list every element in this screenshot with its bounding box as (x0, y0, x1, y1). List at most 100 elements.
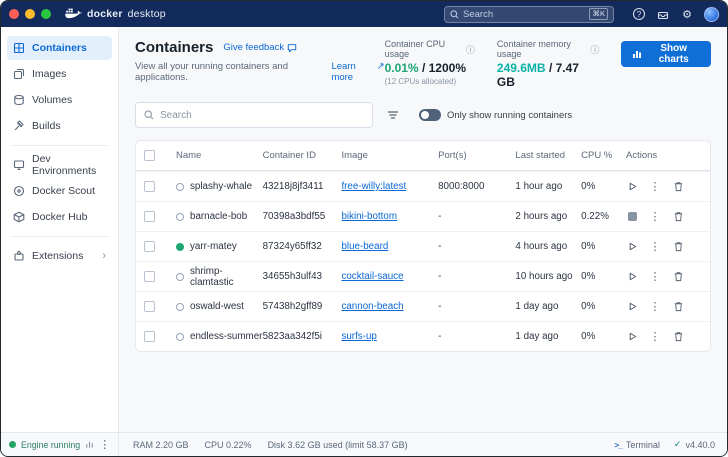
filter-button[interactable] (383, 105, 403, 125)
learn-more-link[interactable]: Learn more↗ (331, 61, 384, 83)
row-checkbox[interactable] (144, 331, 155, 342)
image-link[interactable]: cannon-beach (341, 301, 438, 312)
row-checkbox[interactable] (144, 301, 155, 312)
running-only-toggle[interactable] (419, 109, 441, 121)
zoom-window-button[interactable] (41, 9, 51, 19)
info-icon[interactable]: ⓘ (466, 43, 475, 56)
table-row[interactable]: shrimp-clamtastic 34655h3ulf43 cocktail-… (136, 261, 710, 291)
sidebar-item-label: Images (32, 68, 66, 80)
container-id: 34655h3ulf43 (263, 271, 342, 282)
row-menu-button[interactable]: ⋮ (649, 211, 661, 223)
ram-usage: RAM 2.20 GB (133, 440, 189, 450)
row-menu-button[interactable]: ⋮ (649, 241, 661, 253)
extensions-icon (13, 250, 25, 262)
containers-search-input[interactable] (160, 110, 364, 121)
table-row[interactable]: oswald-west 57438h2gff89 cannon-beach - … (136, 291, 710, 321)
start-button[interactable] (626, 241, 638, 253)
row-menu-button[interactable]: ⋮ (649, 301, 661, 313)
column-header-name[interactable]: Name (176, 150, 263, 161)
cpu-usage: CPU 0.22% (205, 440, 252, 450)
containers-icon (13, 42, 25, 54)
row-checkbox[interactable] (144, 181, 155, 192)
sidebar-item-containers[interactable]: Containers (7, 36, 112, 60)
engine-menu-icon[interactable]: ⋮ (99, 439, 110, 451)
container-name: yarr-matey (190, 241, 237, 252)
memory-usage-value: 249.6MB (497, 61, 546, 75)
table-row[interactable]: splashy-whale 43218j8jf3411 free-willy:l… (136, 171, 710, 201)
stop-button[interactable] (626, 211, 638, 223)
column-header-cpu[interactable]: CPU % (581, 150, 626, 161)
delete-button[interactable] (672, 181, 684, 193)
table-row[interactable]: barnacle-bob 70398a3bdf55 bikini-bottom … (136, 201, 710, 231)
sidebar-divider (11, 145, 108, 146)
show-charts-button[interactable]: Show charts (621, 41, 711, 67)
start-button[interactable] (626, 301, 638, 313)
terminal-icon: >_ (614, 440, 622, 450)
row-menu-button[interactable]: ⋮ (649, 181, 661, 193)
table-row[interactable]: endless-summer 5823aa342f5i surfs-up - 1… (136, 321, 710, 351)
running-only-toggle-label: Only show running containers (447, 110, 572, 121)
select-all-checkbox[interactable] (144, 150, 155, 161)
row-checkbox[interactable] (144, 241, 155, 252)
table-row[interactable]: yarr-matey 87324y65ff32 blue-beard - 4 h… (136, 231, 710, 261)
start-button[interactable] (626, 331, 638, 343)
delete-button[interactable] (672, 271, 684, 283)
status-dot-stopped (176, 273, 184, 281)
image-link[interactable]: blue-beard (341, 241, 438, 252)
delete-button[interactable] (672, 301, 684, 313)
image-link[interactable]: bikini-bottom (341, 211, 438, 222)
row-checkbox[interactable] (144, 211, 155, 222)
resource-usage-icon[interactable] (85, 440, 94, 449)
engine-status: Engine running ⋮ (1, 433, 119, 456)
delete-button[interactable] (672, 241, 684, 253)
container-last-started: 1 day ago (515, 301, 581, 312)
image-link[interactable]: cocktail-sauce (341, 271, 438, 282)
start-button[interactable] (626, 181, 638, 193)
notifications-button[interactable] (656, 7, 670, 21)
version-info[interactable]: ✓ v4.40.0 (674, 439, 715, 450)
column-header-image[interactable]: Image (341, 150, 438, 161)
delete-button[interactable] (672, 211, 684, 223)
sidebar-item-dev-environments[interactable]: Dev Environments (7, 153, 112, 177)
sidebar-item-label: Dev Environments (32, 153, 106, 177)
start-button[interactable] (626, 271, 638, 283)
sidebar-item-docker-scout[interactable]: Docker Scout (7, 179, 112, 203)
sidebar-item-docker-hub[interactable]: Docker Hub (7, 205, 112, 229)
column-header-ports[interactable]: Port(s) (438, 150, 515, 161)
filter-icon (387, 109, 399, 121)
close-window-button[interactable] (9, 9, 19, 19)
column-header-last-started[interactable]: Last started (515, 150, 581, 161)
column-header-container-id[interactable]: Container ID (263, 150, 342, 161)
delete-button[interactable] (672, 331, 684, 343)
docker-hub-icon (13, 211, 25, 223)
give-feedback-link[interactable]: Give feedback (223, 42, 297, 53)
image-link[interactable]: free-willy:latest (341, 181, 438, 192)
image-link[interactable]: surfs-up (341, 331, 438, 342)
cpu-usage-value: 0.01% (385, 61, 419, 75)
sidebar-item-volumes[interactable]: Volumes (7, 88, 112, 112)
row-menu-button[interactable]: ⋮ (649, 331, 661, 343)
terminal-button[interactable]: >_ Terminal (614, 440, 660, 450)
minimize-window-button[interactable] (25, 9, 35, 19)
show-charts-label: Show charts (647, 43, 700, 65)
row-checkbox[interactable] (144, 271, 155, 282)
status-bar: Engine running ⋮ RAM 2.20 GB CPU 0.22% D… (1, 432, 727, 456)
container-ports: - (438, 211, 515, 222)
sidebar-item-images[interactable]: Images (7, 62, 112, 86)
global-search[interactable]: ⌘K (444, 6, 614, 23)
help-button[interactable]: ? (632, 7, 646, 21)
sidebar-item-extensions[interactable]: Extensions › (7, 244, 112, 268)
info-icon[interactable]: ⓘ (590, 43, 599, 56)
sidebar-item-label: Extensions (32, 250, 83, 262)
row-menu-button[interactable]: ⋮ (649, 271, 661, 283)
feedback-label: Give feedback (223, 42, 284, 53)
settings-button[interactable]: ⚙ (680, 7, 694, 21)
container-cpu: 0% (581, 271, 626, 282)
container-id: 87324y65ff32 (263, 241, 342, 252)
sidebar-item-builds[interactable]: Builds (7, 114, 112, 138)
containers-search[interactable] (135, 102, 373, 128)
search-icon (144, 110, 154, 120)
user-avatar[interactable] (704, 7, 719, 22)
global-search-input[interactable] (463, 9, 585, 20)
container-id: 70398a3bdf55 (263, 211, 342, 222)
